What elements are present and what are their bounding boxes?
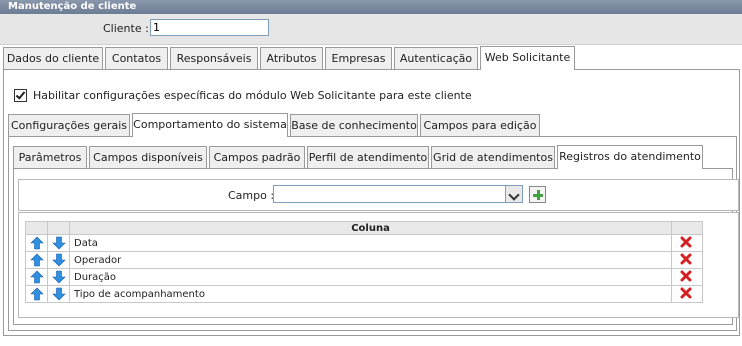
- arrow-down-icon[interactable]: [51, 253, 66, 267]
- tab-label: Grid de atendimentos: [433, 151, 553, 164]
- tab-responsaveis[interactable]: Responsáveis: [170, 47, 258, 69]
- tab-label: Contatos: [111, 52, 162, 65]
- cliente-label: Cliente :: [103, 22, 149, 35]
- tab-label: Dados do cliente: [6, 52, 100, 65]
- up-cell: [25, 234, 48, 252]
- down-cell: [47, 234, 70, 252]
- arrow-down-icon[interactable]: [51, 287, 66, 301]
- column-name: Operador: [69, 251, 672, 269]
- tab-label: Campos disponíveis: [93, 151, 203, 164]
- delete-x-icon[interactable]: [680, 287, 694, 301]
- tab-label: Registros do atendimento: [559, 150, 701, 163]
- delete-cell: [671, 268, 703, 286]
- tab-label: Base de conhecimento: [291, 119, 417, 132]
- delete-cell: [671, 251, 703, 269]
- tab-contatos[interactable]: Contatos: [105, 47, 168, 69]
- tab-label: Configurações gerais: [10, 119, 128, 132]
- tab-empresas[interactable]: Empresas: [325, 47, 392, 69]
- delete-x-icon[interactable]: [680, 236, 694, 250]
- arrow-up-icon[interactable]: [29, 270, 44, 284]
- habilitar-checkbox[interactable]: [14, 89, 27, 102]
- tab-label: Atributos: [266, 52, 317, 65]
- arrow-down-icon[interactable]: [51, 270, 66, 284]
- header-empty-cell: [25, 221, 48, 235]
- header-empty-cell: [671, 221, 703, 235]
- tab-grid-de-atendimentos[interactable]: Grid de atendimentos: [431, 146, 555, 168]
- tab-registros-do-atendimento[interactable]: Registros do atendimento: [557, 145, 703, 169]
- campo-select[interactable]: [273, 185, 523, 203]
- tab-perfil-de-atendimento[interactable]: Perfil de atendimento: [307, 146, 429, 168]
- tab-label: Web Solicitante: [484, 51, 571, 64]
- arrow-down-icon[interactable]: [51, 236, 66, 250]
- table-row: Data: [25, 234, 703, 252]
- add-plus-icon[interactable]: [529, 186, 546, 203]
- tab-campos-para-edicao[interactable]: Campos para edição: [420, 114, 540, 136]
- column-name: Tipo de acompanhamento: [69, 285, 672, 303]
- cliente-input[interactable]: [150, 19, 269, 36]
- tab-base-de-conhecimento[interactable]: Base de conhecimento: [290, 114, 418, 136]
- down-cell: [47, 251, 70, 269]
- tab-web-solicitante[interactable]: Web Solicitante: [480, 46, 575, 70]
- down-cell: [47, 268, 70, 286]
- arrow-up-icon[interactable]: [29, 287, 44, 301]
- arrow-up-icon[interactable]: [29, 253, 44, 267]
- column-name: Data: [69, 234, 672, 252]
- delete-cell: [671, 234, 703, 252]
- table-row: Tipo de acompanhamento: [25, 285, 703, 303]
- tab-label: Comportamento do sistema: [133, 118, 287, 131]
- up-cell: [25, 251, 48, 269]
- tab-campos-padrao[interactable]: Campos padrão: [209, 146, 305, 168]
- tab-label: Perfil de atendimento: [308, 151, 428, 164]
- down-cell: [47, 285, 70, 303]
- column-name: Duração: [69, 268, 672, 286]
- column-header: Coluna: [69, 221, 672, 235]
- tab-label: Autenticação: [399, 52, 473, 65]
- up-cell: [25, 268, 48, 286]
- tab-label: Empresas: [331, 52, 386, 65]
- tab-label: Responsáveis: [176, 52, 252, 65]
- tab-comportamento-do-sistema[interactable]: Comportamento do sistema: [132, 113, 288, 137]
- tab-dados-do-cliente[interactable]: Dados do cliente: [3, 47, 103, 69]
- table-row: Operador: [25, 251, 703, 269]
- tab-configuracoes-gerais[interactable]: Configurações gerais: [8, 114, 130, 136]
- habilitar-checkbox-label: Habilitar configurações específicas do m…: [33, 89, 472, 102]
- tab-campos-disponiveis[interactable]: Campos disponíveis: [89, 146, 207, 168]
- columns-table: Coluna Data Operador Duração Tipo de acompa…: [25, 221, 703, 303]
- delete-x-icon[interactable]: [680, 270, 694, 284]
- up-cell: [25, 285, 48, 303]
- tab-label: Campos padrão: [213, 151, 301, 164]
- window-title: Manutenção de cliente: [8, 1, 137, 12]
- table-header-row: Coluna: [25, 221, 703, 235]
- habilitar-checkbox-row[interactable]: Habilitar configurações específicas do m…: [14, 89, 472, 102]
- campo-label: Campo :: [228, 189, 275, 202]
- chevron-down-icon[interactable]: [505, 186, 522, 202]
- delete-x-icon[interactable]: [680, 253, 694, 267]
- tab-atributos[interactable]: Atributos: [260, 47, 323, 69]
- arrow-up-icon[interactable]: [29, 236, 44, 250]
- tab-label: Campos para edição: [423, 119, 537, 132]
- window-titlebar: Manutenção de cliente: [0, 0, 742, 14]
- header-empty-cell: [47, 221, 70, 235]
- tab-parametros[interactable]: Parâmetros: [13, 146, 87, 168]
- delete-cell: [671, 285, 703, 303]
- tab-label: Parâmetros: [18, 151, 82, 164]
- tab-autenticacao[interactable]: Autenticação: [394, 47, 478, 69]
- table-row: Duração: [25, 268, 703, 286]
